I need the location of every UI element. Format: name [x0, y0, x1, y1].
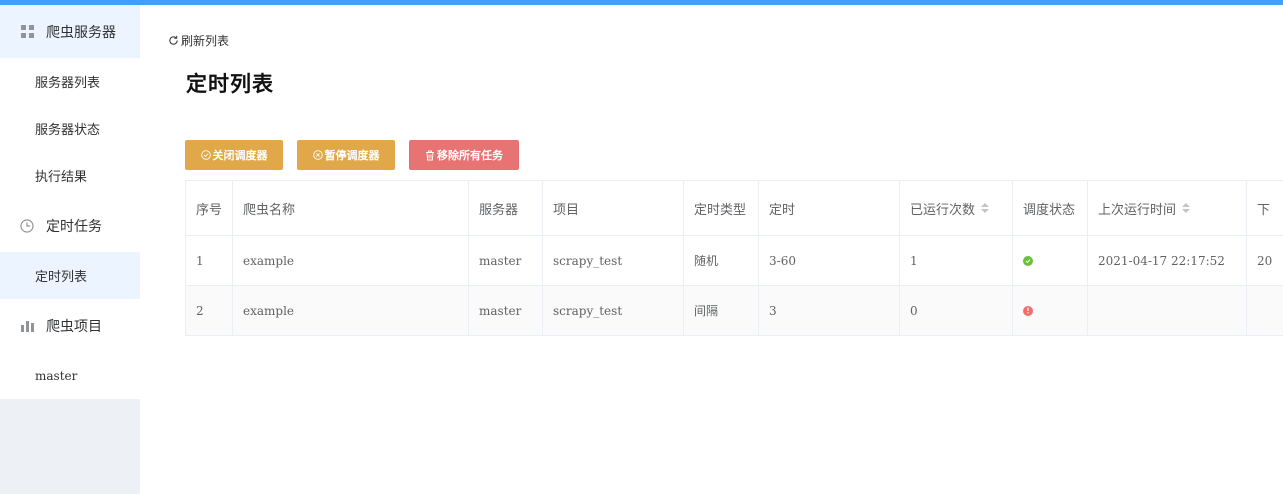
cell-index: 1 [185, 236, 233, 285]
cell-next-run [1247, 286, 1283, 335]
trash-icon [425, 150, 435, 161]
cell-runs: 1 [900, 236, 1013, 285]
close-circle-icon [312, 150, 323, 160]
sidebar-menu: 爬虫服务器 服务器列表 服务器状态 执行结果 定时任务 定时列表 爬虫项目 ma… [0, 5, 140, 399]
cell-index: 2 [185, 286, 233, 335]
sidebar-group-label: 爬虫服务器 [46, 24, 116, 41]
header-last-run[interactable]: 上次运行时间 [1088, 181, 1247, 235]
pause-scheduler-label: 暂停调度器 [324, 149, 380, 162]
cell-spider: example [233, 286, 469, 335]
header-spider-name: 爬虫名称 [233, 181, 469, 235]
sidebar-item-server-list[interactable]: 服务器列表 [0, 58, 140, 105]
cell-last-run [1088, 286, 1247, 335]
cell-runs: 0 [900, 286, 1013, 335]
remove-all-label: 移除所有任务 [437, 149, 503, 162]
bar-chart-icon [20, 319, 34, 333]
cell-next-run: 20 [1257, 253, 1273, 268]
sidebar-group-label: 爬虫项目 [46, 318, 102, 335]
header-schedule: 定时 [759, 181, 900, 235]
header-schedule-status: 调度状态 [1013, 181, 1088, 235]
cell-server: master [469, 286, 543, 335]
table-row: 2 example master scrapy_test 间隔 3 0 [185, 286, 1283, 336]
remove-all-tasks-button[interactable]: 移除所有任务 [409, 140, 519, 170]
sort-caret-icon[interactable] [981, 203, 990, 213]
header-server: 服务器 [469, 181, 543, 235]
cell-schedule: 3 [759, 286, 900, 335]
header-schedule-type: 定时类型 [684, 181, 759, 235]
sidebar-group-spider-projects[interactable]: 爬虫项目 [0, 299, 140, 352]
cell-project: scrapy_test [543, 286, 684, 335]
cell-server: master [469, 236, 543, 285]
cell-project: scrapy_test [543, 236, 684, 285]
schedule-table: 序号 爬虫名称 服务器 项目 定时类型 定时 已运行次数 调度状态 上次运行时间… [185, 180, 1283, 336]
header-next-run: 下 [1257, 202, 1271, 218]
sidebar-item-master[interactable]: master [0, 352, 140, 399]
grid-icon [20, 25, 34, 39]
sidebar-item-exec-results[interactable]: 执行结果 [0, 152, 140, 199]
refresh-icon [169, 35, 178, 45]
refresh-label: 刷新列表 [181, 34, 230, 48]
sidebar-group-scheduled-tasks[interactable]: 定时任务 [0, 199, 140, 252]
close-scheduler-label: 关闭调度器 [212, 149, 268, 162]
sidebar-group-spider-servers[interactable]: 爬虫服务器 [0, 5, 140, 58]
sidebar-item-server-status[interactable]: 服务器状态 [0, 105, 140, 152]
sort-caret-icon[interactable] [1182, 203, 1191, 213]
table-header-row: 序号 爬虫名称 服务器 项目 定时类型 定时 已运行次数 调度状态 上次运行时间… [185, 181, 1283, 236]
main-content: 刷新列表 定时列表 关闭调度器 暂停调度器 移除所有任务 序号 爬虫名称 服务器… [140, 5, 1283, 494]
cell-status [1013, 286, 1088, 335]
cell-status [1013, 236, 1088, 285]
cell-type: 随机 [684, 236, 759, 285]
page-title: 定时列表 [186, 71, 274, 96]
clock-icon [20, 218, 34, 233]
cell-spider: example [233, 236, 469, 285]
sidebar-item-schedule-list[interactable]: 定时列表 [0, 252, 140, 299]
header-index: 序号 [185, 181, 233, 235]
refresh-list-link[interactable]: 刷新列表 [168, 32, 229, 49]
header-run-count-label: 已运行次数 [910, 202, 976, 218]
header-last-run-label: 上次运行时间 [1098, 202, 1177, 218]
header-run-count[interactable]: 已运行次数 [900, 181, 1013, 235]
table-row: 1 example master scrapy_test 随机 3-60 1 2… [185, 236, 1283, 286]
pause-scheduler-button[interactable]: 暂停调度器 [297, 140, 395, 170]
sidebar: 爬虫服务器 服务器列表 服务器状态 执行结果 定时任务 定时列表 爬虫项目 ma… [0, 5, 140, 494]
cell-last-run: 2021-04-17 22:17:52 [1088, 236, 1247, 285]
sidebar-group-label: 定时任务 [46, 218, 102, 235]
header-project: 项目 [543, 181, 684, 235]
close-scheduler-button[interactable]: 关闭调度器 [185, 140, 283, 170]
status-error-icon [1023, 305, 1033, 316]
check-circle-icon [200, 150, 211, 160]
cell-schedule: 3-60 [759, 236, 900, 285]
status-ok-icon [1023, 255, 1033, 266]
cell-type: 间隔 [684, 286, 759, 335]
